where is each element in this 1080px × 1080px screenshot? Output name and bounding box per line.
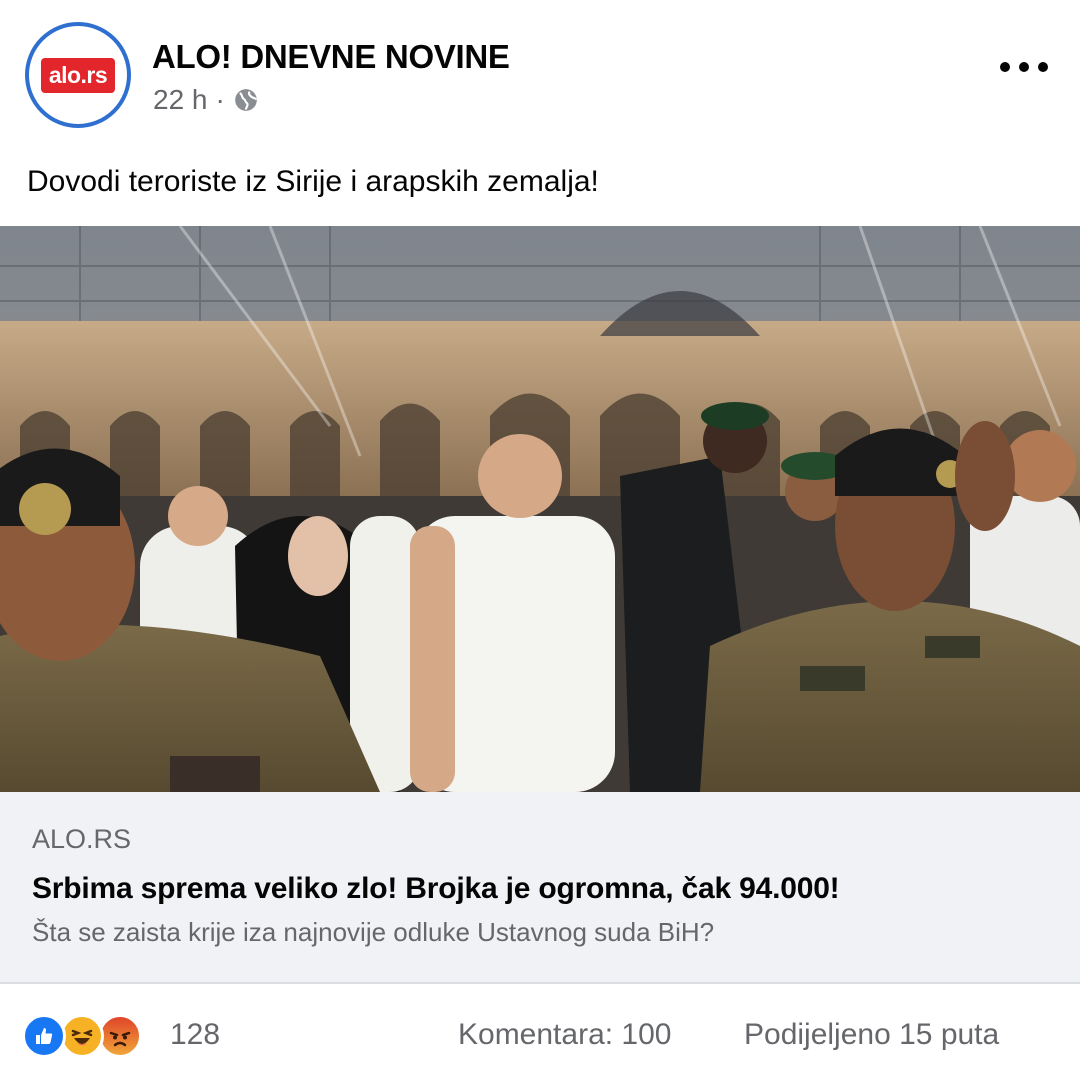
angry-icon xyxy=(98,1014,142,1058)
shares-count[interactable]: Podijeljeno 15 puta xyxy=(744,1018,999,1052)
engagement-bar: 128 Komentara: 100 Podijeljeno 15 puta xyxy=(0,986,1080,1080)
post-photo[interactable] xyxy=(0,226,1080,792)
post-text: Dovodi teroriste iz Sirije i arapskih ze… xyxy=(27,165,599,198)
like-icon xyxy=(22,1014,66,1058)
comments-count[interactable]: Komentara: 100 xyxy=(458,1018,671,1052)
post-header: alo.rs ALO! DNEVNE NOVINE 22 h · xyxy=(0,0,1080,150)
globe-icon xyxy=(234,89,257,111)
link-description: Šta se zaista krije iza najnovije odluke… xyxy=(32,917,715,947)
page-name[interactable]: ALO! DNEVNE NOVINE xyxy=(152,38,510,76)
meta-separator: · xyxy=(215,84,225,115)
post-time[interactable]: 22 h xyxy=(153,84,208,116)
page-avatar[interactable]: alo.rs xyxy=(25,22,131,128)
link-preview-card[interactable]: ALO.RS Srbima sprema veliko zlo! Brojka … xyxy=(0,792,1080,984)
reaction-count[interactable]: 128 xyxy=(170,1018,220,1052)
avatar-logo: alo.rs xyxy=(40,57,116,93)
post-meta: 22 h · xyxy=(153,84,259,116)
more-options-icon[interactable] xyxy=(1000,52,1048,82)
reaction-icons[interactable] xyxy=(22,1014,142,1058)
haha-icon xyxy=(60,1014,104,1058)
photo-scene xyxy=(0,226,1080,792)
link-domain: ALO.RS xyxy=(32,824,132,854)
link-headline[interactable]: Srbima sprema veliko zlo! Brojka je ogro… xyxy=(32,872,840,906)
